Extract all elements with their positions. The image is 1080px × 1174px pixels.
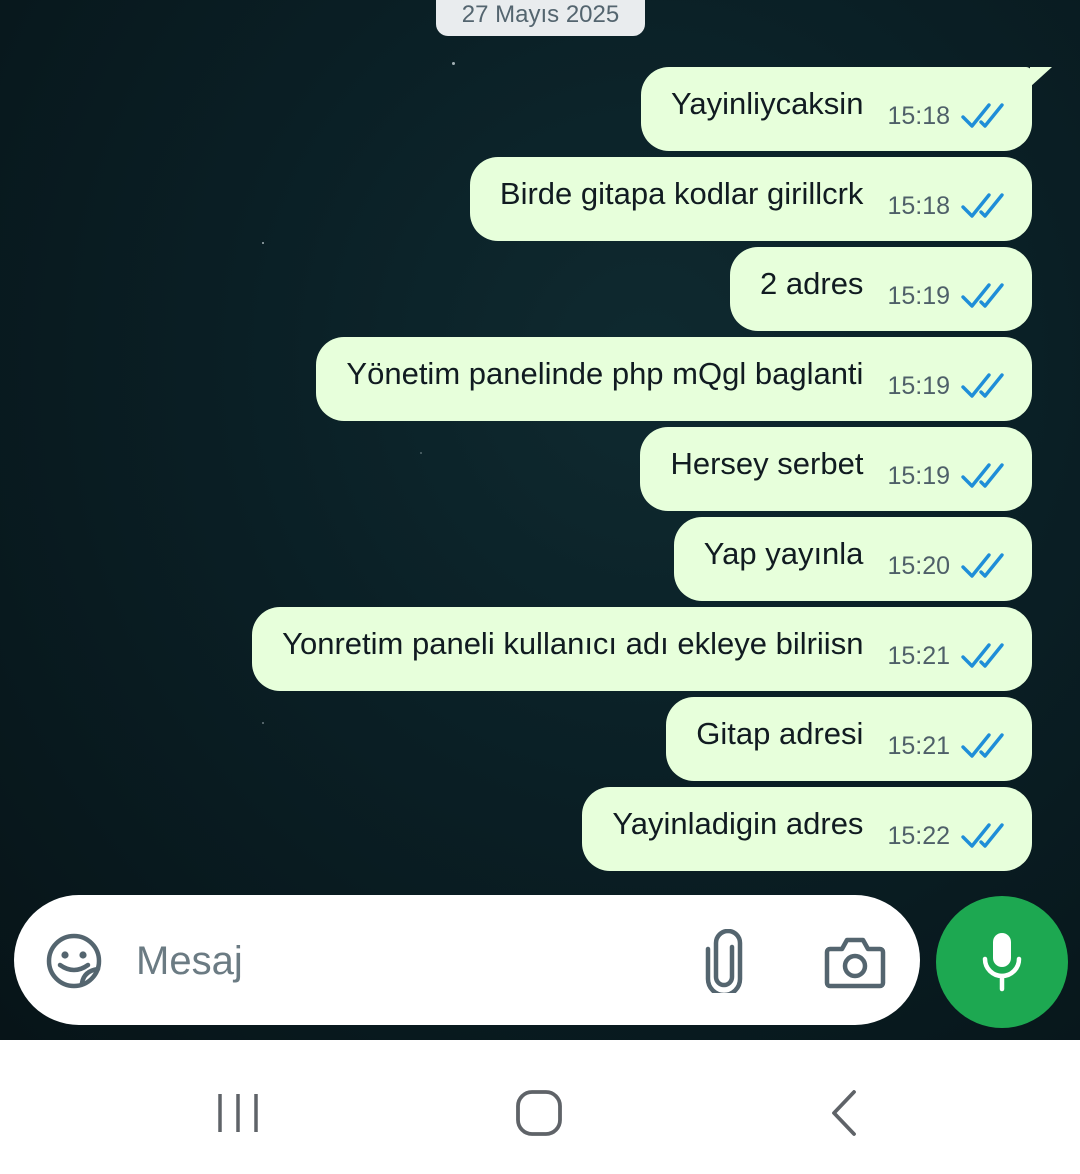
message-time: 15:19: [887, 372, 950, 400]
voice-message-button[interactable]: [936, 896, 1068, 1028]
message-text: Yayinladigin adres: [612, 806, 864, 841]
message-time: 15:21: [887, 642, 950, 670]
message-time: 15:18: [887, 102, 950, 130]
chat-area[interactable]: 27 Mayıs 2025 Yayinliycaksin 15:18 Birde g…: [0, 0, 1080, 1040]
message-text: Yap yayınla: [703, 536, 864, 571]
wallpaper-dot: [262, 242, 264, 244]
microphone-icon: [982, 933, 1022, 992]
message-meta: 15:20: [887, 551, 1006, 581]
double-check-icon: [961, 823, 1004, 848]
outgoing-message-bubble[interactable]: Yayinladigin adres 15:22: [582, 787, 1032, 871]
double-check-icon: [961, 553, 1004, 578]
wallpaper-dot: [262, 722, 264, 724]
message-text: Yönetim panelinde php mQgl baglanti: [346, 356, 864, 391]
message-meta: 15:18: [887, 101, 1006, 131]
outgoing-message-bubble[interactable]: Birde gitapa kodlar girillcrk 15:18: [469, 157, 1032, 241]
message-meta: 15:19: [887, 371, 1006, 401]
date-divider: 27 Mayıs 2025: [436, 0, 645, 36]
message-text: Yonretim paneli kullanıcı adı ekleye bil…: [282, 626, 864, 661]
camera-icon[interactable]: [824, 935, 886, 989]
outgoing-message-bubble[interactable]: Yayinliycaksin 15:18: [641, 67, 1052, 151]
message-meta: 15:18: [887, 191, 1006, 221]
double-check-icon: [961, 463, 1004, 488]
recents-icon[interactable]: [214, 1092, 264, 1134]
double-check-icon: [961, 283, 1004, 308]
message-meta: 15:19: [887, 461, 1006, 491]
message-text: Gitap adresi: [696, 716, 864, 751]
sticker-icon[interactable]: [44, 931, 104, 991]
outgoing-message-bubble[interactable]: Yap yayınla 15:20: [673, 517, 1032, 601]
message-text: Birde gitapa kodlar girillcrk: [499, 176, 864, 211]
message-meta: 15:21: [887, 641, 1006, 671]
message-meta: 15:22: [887, 821, 1006, 851]
outgoing-message-bubble[interactable]: Yonretim paneli kullanıcı adı ekleye bil…: [252, 607, 1032, 691]
system-navigation-bar: [0, 1040, 1080, 1174]
message-text: Hersey serbet: [670, 446, 864, 481]
message-time: 15:21: [887, 732, 950, 760]
outgoing-message-bubble[interactable]: Yönetim panelinde php mQgl baglanti 15:19: [316, 337, 1032, 421]
message-meta: 15:19: [887, 281, 1006, 311]
wallpaper-dot: [452, 62, 455, 65]
message-time: 15:18: [887, 192, 950, 220]
message-time: 15:19: [887, 462, 950, 490]
outgoing-message-bubble[interactable]: 2 adres 15:19: [730, 247, 1032, 331]
outgoing-message-bubble[interactable]: Hersey serbet 15:19: [640, 427, 1032, 511]
paperclip-icon[interactable]: [702, 929, 746, 993]
double-check-icon: [961, 193, 1004, 218]
message-text: 2 adres: [760, 266, 864, 301]
double-check-icon: [961, 643, 1004, 668]
bubble-tail: [1030, 67, 1052, 87]
outgoing-message-bubble[interactable]: Gitap adresi 15:21: [666, 697, 1032, 781]
wallpaper-dot: [420, 452, 422, 454]
double-check-icon: [961, 733, 1004, 758]
message-time: 15:20: [887, 552, 950, 580]
message-time: 15:22: [887, 822, 950, 850]
message-text: Yayinliycaksin: [671, 86, 864, 121]
double-check-icon: [961, 103, 1004, 128]
home-icon[interactable]: [514, 1088, 566, 1138]
double-check-icon: [961, 373, 1004, 398]
message-composer: [14, 895, 920, 1025]
message-meta: 15:21: [887, 731, 1006, 761]
message-time: 15:19: [887, 282, 950, 310]
date-label: 27 Mayıs 2025: [461, 1, 620, 28]
back-icon[interactable]: [826, 1088, 862, 1138]
message-input[interactable]: [134, 925, 678, 997]
